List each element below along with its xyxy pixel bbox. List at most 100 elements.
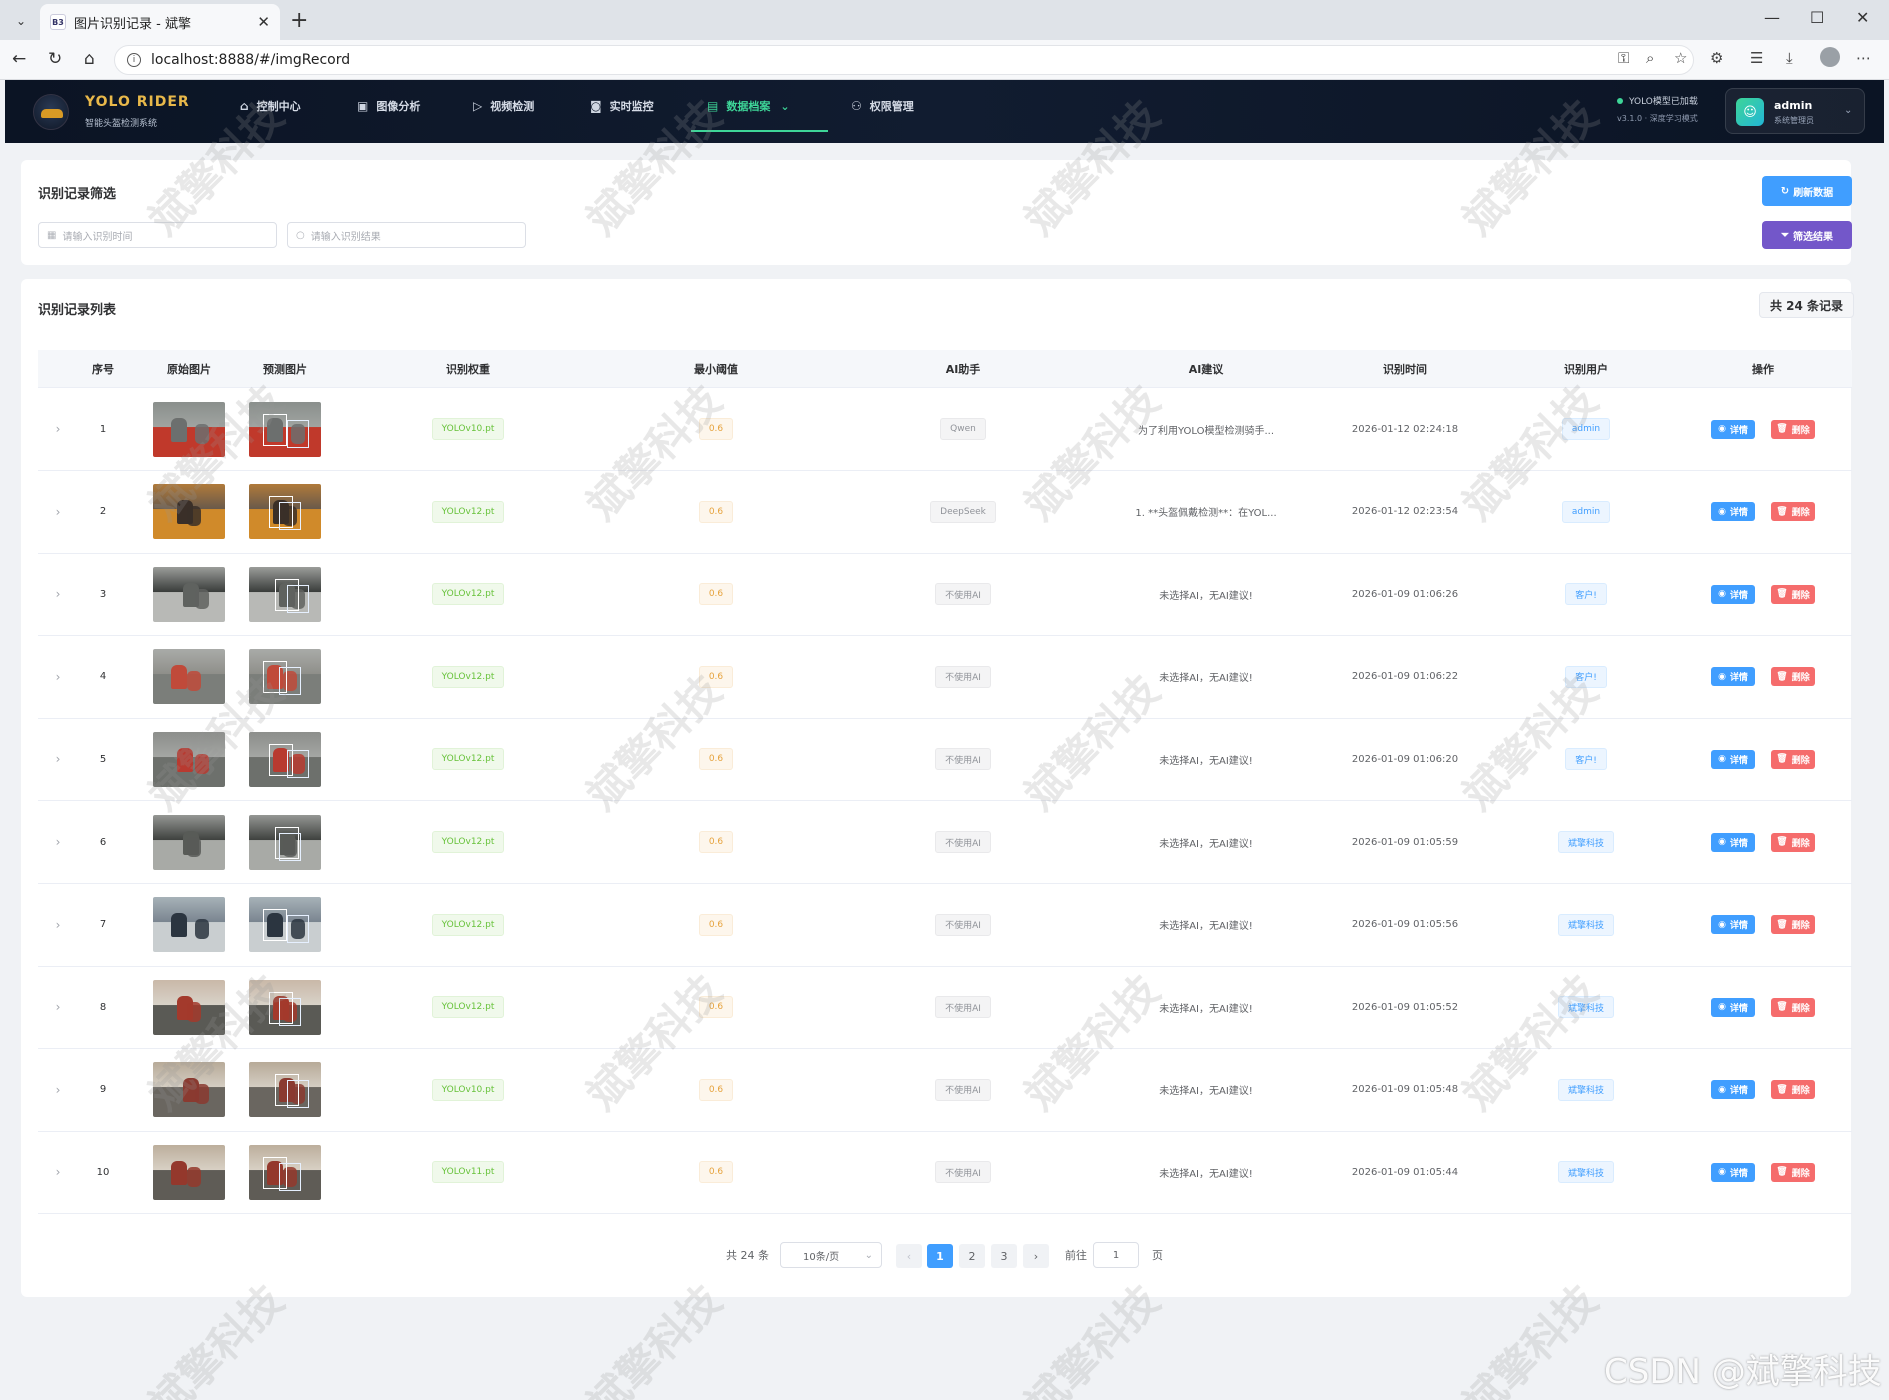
- original-image-cell[interactable]: [144, 1049, 234, 1131]
- delete-button[interactable]: 🗑 删除: [1771, 749, 1815, 769]
- predicted-image-cell[interactable]: [240, 884, 330, 966]
- predicted-image[interactable]: [249, 1062, 321, 1118]
- url-field[interactable]: i localhost:8888/#/imgRecord: [114, 45, 1694, 75]
- original-image-cell[interactable]: [144, 471, 234, 553]
- detail-button[interactable]: ◉ 详情: [1711, 419, 1755, 439]
- original-image[interactable]: [153, 731, 225, 787]
- tab-close-icon[interactable]: ✕: [257, 13, 270, 31]
- delete-button[interactable]: 🗑 删除: [1771, 1080, 1815, 1100]
- more-icon[interactable]: ⋯: [1856, 49, 1871, 67]
- detail-button[interactable]: ◉ 详情: [1711, 502, 1755, 522]
- reload-icon[interactable]: ↻: [48, 49, 62, 69]
- detail-button[interactable]: ◉ 详情: [1711, 915, 1755, 935]
- detail-button[interactable]: ◉ 详情: [1711, 1162, 1755, 1182]
- expand-row-chevron-icon[interactable]: ›: [38, 884, 78, 966]
- delete-button[interactable]: 🗑 删除: [1771, 832, 1815, 852]
- page-3-button[interactable]: 3: [991, 1244, 1017, 1268]
- predicted-image-cell[interactable]: [240, 1049, 330, 1131]
- original-image[interactable]: [153, 401, 225, 457]
- predicted-image-cell[interactable]: [240, 801, 330, 883]
- profile-avatar-icon[interactable]: [1820, 47, 1840, 67]
- original-image[interactable]: [153, 1144, 225, 1200]
- predicted-image-cell[interactable]: [240, 966, 330, 1048]
- predicted-image[interactable]: [249, 649, 321, 705]
- goto-page-input[interactable]: 1: [1093, 1242, 1139, 1268]
- close-window-icon[interactable]: ✕: [1856, 8, 1869, 27]
- original-image[interactable]: [153, 897, 225, 953]
- detail-button[interactable]: ◉ 详情: [1711, 832, 1755, 852]
- back-icon[interactable]: ←: [12, 49, 26, 69]
- detail-button[interactable]: ◉ 详情: [1711, 997, 1755, 1017]
- delete-button[interactable]: 🗑 删除: [1771, 667, 1815, 687]
- extensions-icon[interactable]: ⚙: [1710, 49, 1723, 67]
- delete-button[interactable]: 🗑 删除: [1771, 997, 1815, 1017]
- maximize-icon[interactable]: ☐: [1810, 8, 1824, 27]
- expand-row-chevron-icon[interactable]: ›: [38, 1049, 78, 1131]
- delete-button[interactable]: 🗑 删除: [1771, 419, 1815, 439]
- original-image-cell[interactable]: [144, 1131, 234, 1213]
- original-image[interactable]: [153, 566, 225, 622]
- page-2-button[interactable]: 2: [959, 1244, 985, 1268]
- original-image[interactable]: [153, 1062, 225, 1118]
- nav-video-detection[interactable]: ▷ 视频检测: [473, 80, 534, 132]
- predicted-image-cell[interactable]: [240, 718, 330, 800]
- time-filter-input[interactable]: ▦ 请输入识别时间: [38, 222, 277, 248]
- predicted-image[interactable]: [249, 979, 321, 1035]
- prev-page-button[interactable]: ‹: [896, 1244, 922, 1268]
- expand-row-chevron-icon[interactable]: ›: [38, 718, 78, 800]
- minimize-icon[interactable]: —: [1764, 8, 1780, 27]
- zoom-icon[interactable]: ⌕: [1646, 49, 1654, 67]
- original-image-cell[interactable]: [144, 966, 234, 1048]
- expand-row-chevron-icon[interactable]: ›: [38, 471, 78, 553]
- delete-button[interactable]: 🗑 删除: [1771, 1162, 1815, 1182]
- predicted-image[interactable]: [249, 566, 321, 622]
- nav-control-center[interactable]: ⌂ 控制中心: [240, 80, 301, 132]
- predicted-image[interactable]: [249, 1144, 321, 1200]
- original-image-cell[interactable]: [144, 636, 234, 718]
- nav-permissions[interactable]: ⚇ 权限管理: [851, 80, 914, 132]
- filter-results-button[interactable]: ⏷ 筛选结果: [1762, 221, 1852, 249]
- delete-button[interactable]: 🗑 删除: [1771, 915, 1815, 935]
- detail-button[interactable]: ◉ 详情: [1711, 749, 1755, 769]
- original-image[interactable]: [153, 979, 225, 1035]
- expand-row-chevron-icon[interactable]: ›: [38, 553, 78, 635]
- new-tab-icon[interactable]: +: [290, 8, 308, 33]
- refresh-data-button[interactable]: ↻ 刷新数据: [1762, 176, 1852, 206]
- predicted-image[interactable]: [249, 401, 321, 457]
- original-image[interactable]: [153, 649, 225, 705]
- site-info-icon[interactable]: i: [127, 53, 141, 67]
- nav-data-archive[interactable]: ▤ 数据档案 ⌄: [707, 80, 790, 132]
- browser-tab[interactable]: B3 图片识别记录 - 斌擎 ✕: [40, 4, 280, 40]
- detail-button[interactable]: ◉ 详情: [1711, 1080, 1755, 1100]
- delete-button[interactable]: 🗑 删除: [1771, 584, 1815, 604]
- delete-button[interactable]: 🗑 删除: [1771, 502, 1815, 522]
- nav-image-analysis[interactable]: ▣ 图像分析: [357, 80, 420, 132]
- tab-list-chevron-icon[interactable]: ⌄: [8, 8, 34, 34]
- detail-button[interactable]: ◉ 详情: [1711, 584, 1755, 604]
- expand-row-chevron-icon[interactable]: ›: [38, 966, 78, 1048]
- expand-row-chevron-icon[interactable]: ›: [38, 388, 78, 470]
- predicted-image[interactable]: [249, 484, 321, 540]
- predicted-image[interactable]: [249, 814, 321, 870]
- original-image[interactable]: [153, 814, 225, 870]
- original-image-cell[interactable]: [144, 884, 234, 966]
- original-image-cell[interactable]: [144, 388, 234, 470]
- predicted-image-cell[interactable]: [240, 388, 330, 470]
- predicted-image[interactable]: [249, 897, 321, 953]
- predicted-image-cell[interactable]: [240, 636, 330, 718]
- page-size-select[interactable]: 10条/页 ⌄: [780, 1242, 882, 1268]
- predicted-image-cell[interactable]: [240, 553, 330, 635]
- next-page-button[interactable]: ›: [1023, 1244, 1049, 1268]
- collections-icon[interactable]: ☰: [1750, 49, 1763, 67]
- detail-button[interactable]: ◉ 详情: [1711, 667, 1755, 687]
- favorite-star-icon[interactable]: ☆: [1674, 49, 1687, 67]
- user-menu[interactable]: ☺ admin 系统管理员 ⌄: [1725, 88, 1865, 134]
- expand-row-chevron-icon[interactable]: ›: [38, 1131, 78, 1213]
- nav-live-monitor[interactable]: ◙ 实时监控: [590, 80, 654, 132]
- expand-row-chevron-icon[interactable]: ›: [38, 636, 78, 718]
- original-image[interactable]: [153, 484, 225, 540]
- original-image-cell[interactable]: [144, 801, 234, 883]
- home-icon[interactable]: ⌂: [84, 49, 95, 69]
- result-filter-input[interactable]: ○ 请输入识别结果: [287, 222, 526, 248]
- original-image-cell[interactable]: [144, 553, 234, 635]
